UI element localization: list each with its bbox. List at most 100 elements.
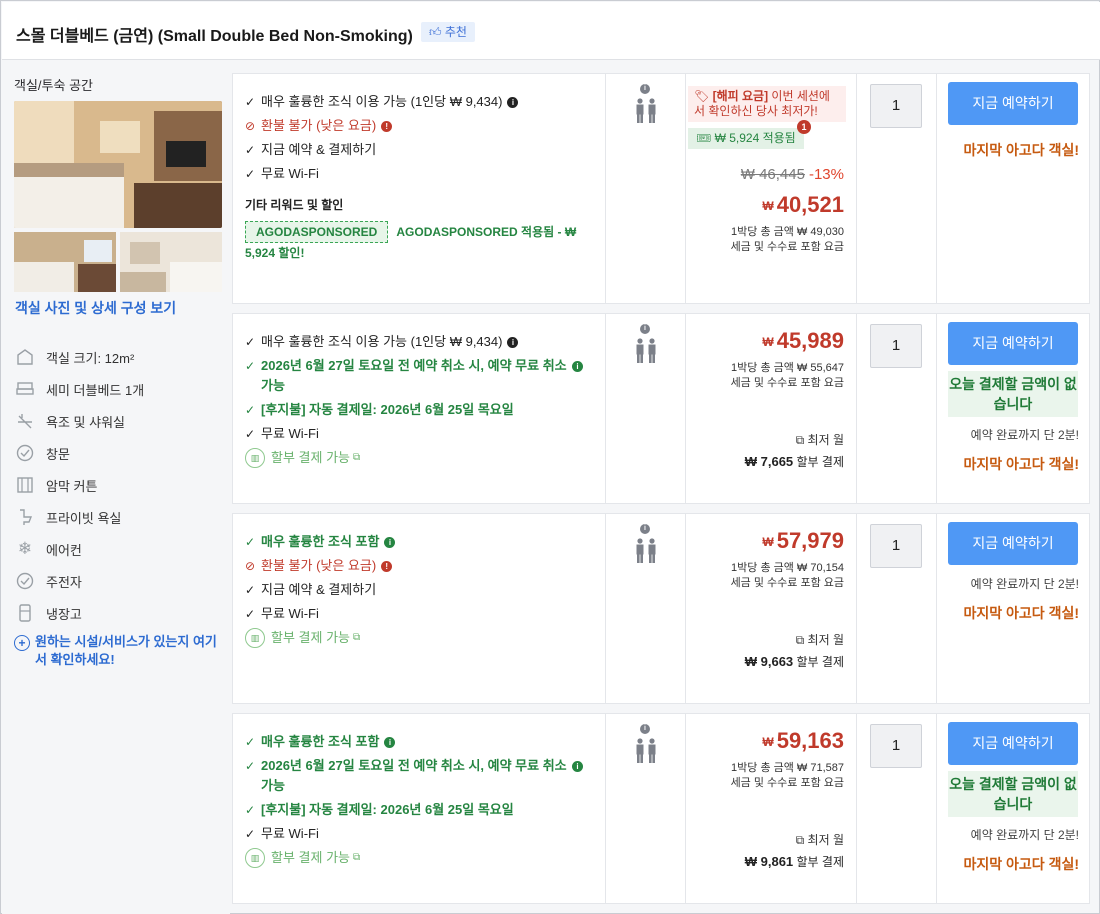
info-icon[interactable]: i (572, 361, 583, 372)
info-icon[interactable]: i (507, 97, 519, 108)
last-room-notice: 마지막 아고다 객실! (963, 856, 1079, 872)
amenity-label: 암막 커튼 (46, 478, 98, 494)
installment-available[interactable]: ▥ 할부 결제 가능 ⧉ (245, 628, 605, 648)
check-icon: ✓ (245, 735, 256, 749)
book-now-button[interactable]: 지금 예약하기 (948, 322, 1078, 365)
room-photos-link[interactable]: 객실 사진 및 상세 구성 보기 (15, 298, 176, 318)
external-link-icon: ⧉ (352, 632, 361, 643)
benefit-breakfast: ✓ 매우 훌륭한 조식 이용 가능 (1인당 ₩ 9,434) i (245, 332, 605, 352)
check-icon: ✓ (245, 827, 256, 841)
benefit-breakfast: ✓ 매우 훌륭한 조식 이용 가능 (1인당 ₩ 9,434) i (245, 92, 605, 112)
offer-row: ✓ 매우 훌륭한 조식 포함 i ⊘ 환불 불가 (낮은 요금)! ✓ 지금 예약 & … (232, 513, 1090, 704)
room-quantity-select[interactable]: 1 (870, 724, 922, 768)
amenity-search-label: 원하는 시설/서비스가 있는지 여기서 확인하세요! (35, 634, 217, 667)
installment-label: 할부 결제 가능 (271, 850, 350, 865)
toilet-icon (14, 507, 36, 527)
benefit-text: 매우 훌륭한 조식 이용 가능 (1인당 ₩ 9,434) (261, 94, 503, 109)
occupancy-icon[interactable]: i (634, 324, 658, 364)
occupancy-icon[interactable]: i (634, 524, 658, 564)
bathroom-photo-thumb[interactable] (120, 232, 222, 292)
benefit-text: 환불 불가 (낮은 요금) (261, 118, 377, 133)
price-value: 57,979 (776, 528, 844, 553)
amenity-search-link[interactable]: + 원하는 시설/서비스가 있는지 여기서 확인하세요! (14, 633, 224, 669)
external-link-icon: ⧉ (795, 433, 805, 447)
price-value: 40,521 (776, 192, 844, 217)
book-now-button[interactable]: 지금 예약하기 (948, 722, 1078, 765)
price-breakdown: 1박당 총 금액 ₩ 70,154 세금 및 수수료 포함 요금 (731, 561, 844, 591)
price-column: ₩59,163 1박당 총 금액 ₩ 71,587 세금 및 수수료 포함 요금 … (686, 714, 857, 903)
check-icon: ✓ (245, 143, 256, 157)
benefit-free-cancel: ✓ 2026년 6월 27일 토요일 전 예약 취소 시, 예약 무료 취소 가능… (245, 756, 585, 796)
no-entry-icon: ⊘ (245, 559, 256, 573)
cheapest-month-label: 최저 월 (807, 433, 844, 447)
benefit-non-refundable: ⊘ 환불 불가 (낮은 요금)! (245, 556, 605, 576)
benefit-wifi: ✓ 무료 Wi-Fi (245, 424, 605, 444)
info-icon[interactable]: i (384, 537, 396, 548)
nightly-total: 1박당 총 금액 ₩ 55,647 (731, 362, 844, 374)
discount-applied-badge: 🎟︎ ₩ 5,924 적용됨 (688, 128, 804, 149)
amenity-item: 주전자 (14, 565, 224, 597)
booking-column: 지금 예약하기 오늘 결제할 금액이 없습니다 예약 완료까지 단 2분! 마지… (937, 314, 1091, 503)
amenity-item: ❄ 에어컨 (14, 533, 224, 565)
installment-amount: ₩ 9,861 할부 결제 (745, 853, 844, 870)
room-quantity-select[interactable]: 1 (870, 324, 922, 368)
tax-note: 세금 및 수수료 포함 요금 (730, 241, 844, 253)
booking-time-note: 예약 완료까지 단 2분! (970, 828, 1079, 842)
benefit-breakfast: ✓ 매우 훌륭한 조식 포함 i (245, 532, 605, 552)
benefit-pay-later: ✓ [후지불] 자동 결제일: 2026년 6월 25일 목요일 (245, 400, 605, 420)
promo-code-tag: AGODASPONSORED (245, 221, 389, 243)
info-icon: i (640, 84, 650, 94)
info-icon[interactable]: i (572, 761, 583, 772)
original-price: ₩ 46,445 -13% (741, 166, 844, 183)
book-now-button[interactable]: 지금 예약하기 (948, 522, 1078, 565)
occupancy-column: i (606, 714, 686, 903)
no-entry-icon: ⊘ (245, 119, 256, 133)
installment-label: 할부 결제 가능 (271, 450, 350, 465)
promo-title: 기타 리워드 및 할인 (245, 198, 344, 212)
room-space-title: 객실/투숙 공간 (14, 78, 93, 93)
installment-value: ₩ 9,861 (744, 854, 794, 869)
price-column: ₩45,989 1박당 총 금액 ₩ 55,647 세금 및 수수료 포함 요금 … (686, 314, 857, 503)
check-icon: ✓ (245, 427, 256, 441)
installment-available[interactable]: ▥ 할부 결제 가능 ⧉ (245, 848, 605, 868)
benefits-column: ✓ 매우 훌륭한 조식 이용 가능 (1인당 ₩ 9,434) i ✓ 2026년 6… (233, 314, 606, 503)
amenity-item: 창문 (14, 437, 224, 469)
amenity-label: 냉장고 (46, 606, 82, 622)
happy-rate-notice: 🏷︎ [해피 요금] 이번 세션에서 확인하신 당사 최저가! (688, 86, 846, 122)
installment-suffix: 할부 결제 (796, 455, 845, 469)
room-quantity-select[interactable]: 1 (870, 524, 922, 568)
check-icon: ✓ (245, 167, 256, 181)
info-icon[interactable]: ! (381, 121, 393, 132)
benefit-text: 무료 Wi-Fi (261, 166, 319, 181)
room-photo-thumb[interactable] (14, 232, 116, 292)
happy-rate-label: [해피 요금] (712, 89, 769, 103)
benefit-text: 매우 훌륭한 조식 포함 (261, 734, 380, 749)
nightly-total: 1박당 총 금액 ₩ 49,030 (731, 226, 844, 238)
occupancy-icon[interactable]: i (634, 724, 658, 764)
room-quantity-select[interactable]: 1 (870, 84, 922, 128)
installment-available[interactable]: ▥ 할부 결제 가능 ⧉ (245, 448, 605, 468)
offer-row: ✓ 매우 훌륭한 조식 포함 i ✓ 2026년 6월 27일 토요일 전 예약 취소… (232, 713, 1090, 904)
tax-note: 세금 및 수수료 포함 요금 (730, 377, 844, 389)
info-icon[interactable]: i (384, 737, 396, 748)
benefit-text: [후지불] 자동 결제일: 2026년 6월 25일 목요일 (261, 402, 514, 417)
quantity-column: 1 (857, 514, 937, 703)
cheapest-month: ⧉ 최저 월 (796, 431, 844, 448)
coupon-icon: 🎟︎ (696, 131, 712, 145)
amenity-item: 객실 크기: 12m² (14, 341, 224, 373)
curtain-icon (14, 475, 36, 495)
benefit-breakfast: ✓ 매우 훌륭한 조식 포함 i (245, 732, 605, 752)
book-now-button[interactable]: 지금 예약하기 (948, 82, 1078, 125)
currency-symbol: ₩ (762, 535, 774, 549)
info-icon[interactable]: i (507, 337, 519, 348)
cheapest-month: ⧉ 최저 월 (796, 831, 844, 848)
tax-note: 세금 및 수수료 포함 요금 (730, 777, 844, 789)
info-icon[interactable]: ! (381, 561, 393, 572)
window-icon (14, 443, 36, 463)
amenity-item: 욕조 및 샤워실 (14, 405, 224, 437)
final-price: ₩59,163 (762, 728, 844, 754)
bed-icon (14, 379, 36, 399)
fridge-icon (14, 603, 36, 623)
occupancy-icon[interactable]: i (634, 84, 658, 124)
room-photo-main[interactable] (14, 101, 222, 228)
